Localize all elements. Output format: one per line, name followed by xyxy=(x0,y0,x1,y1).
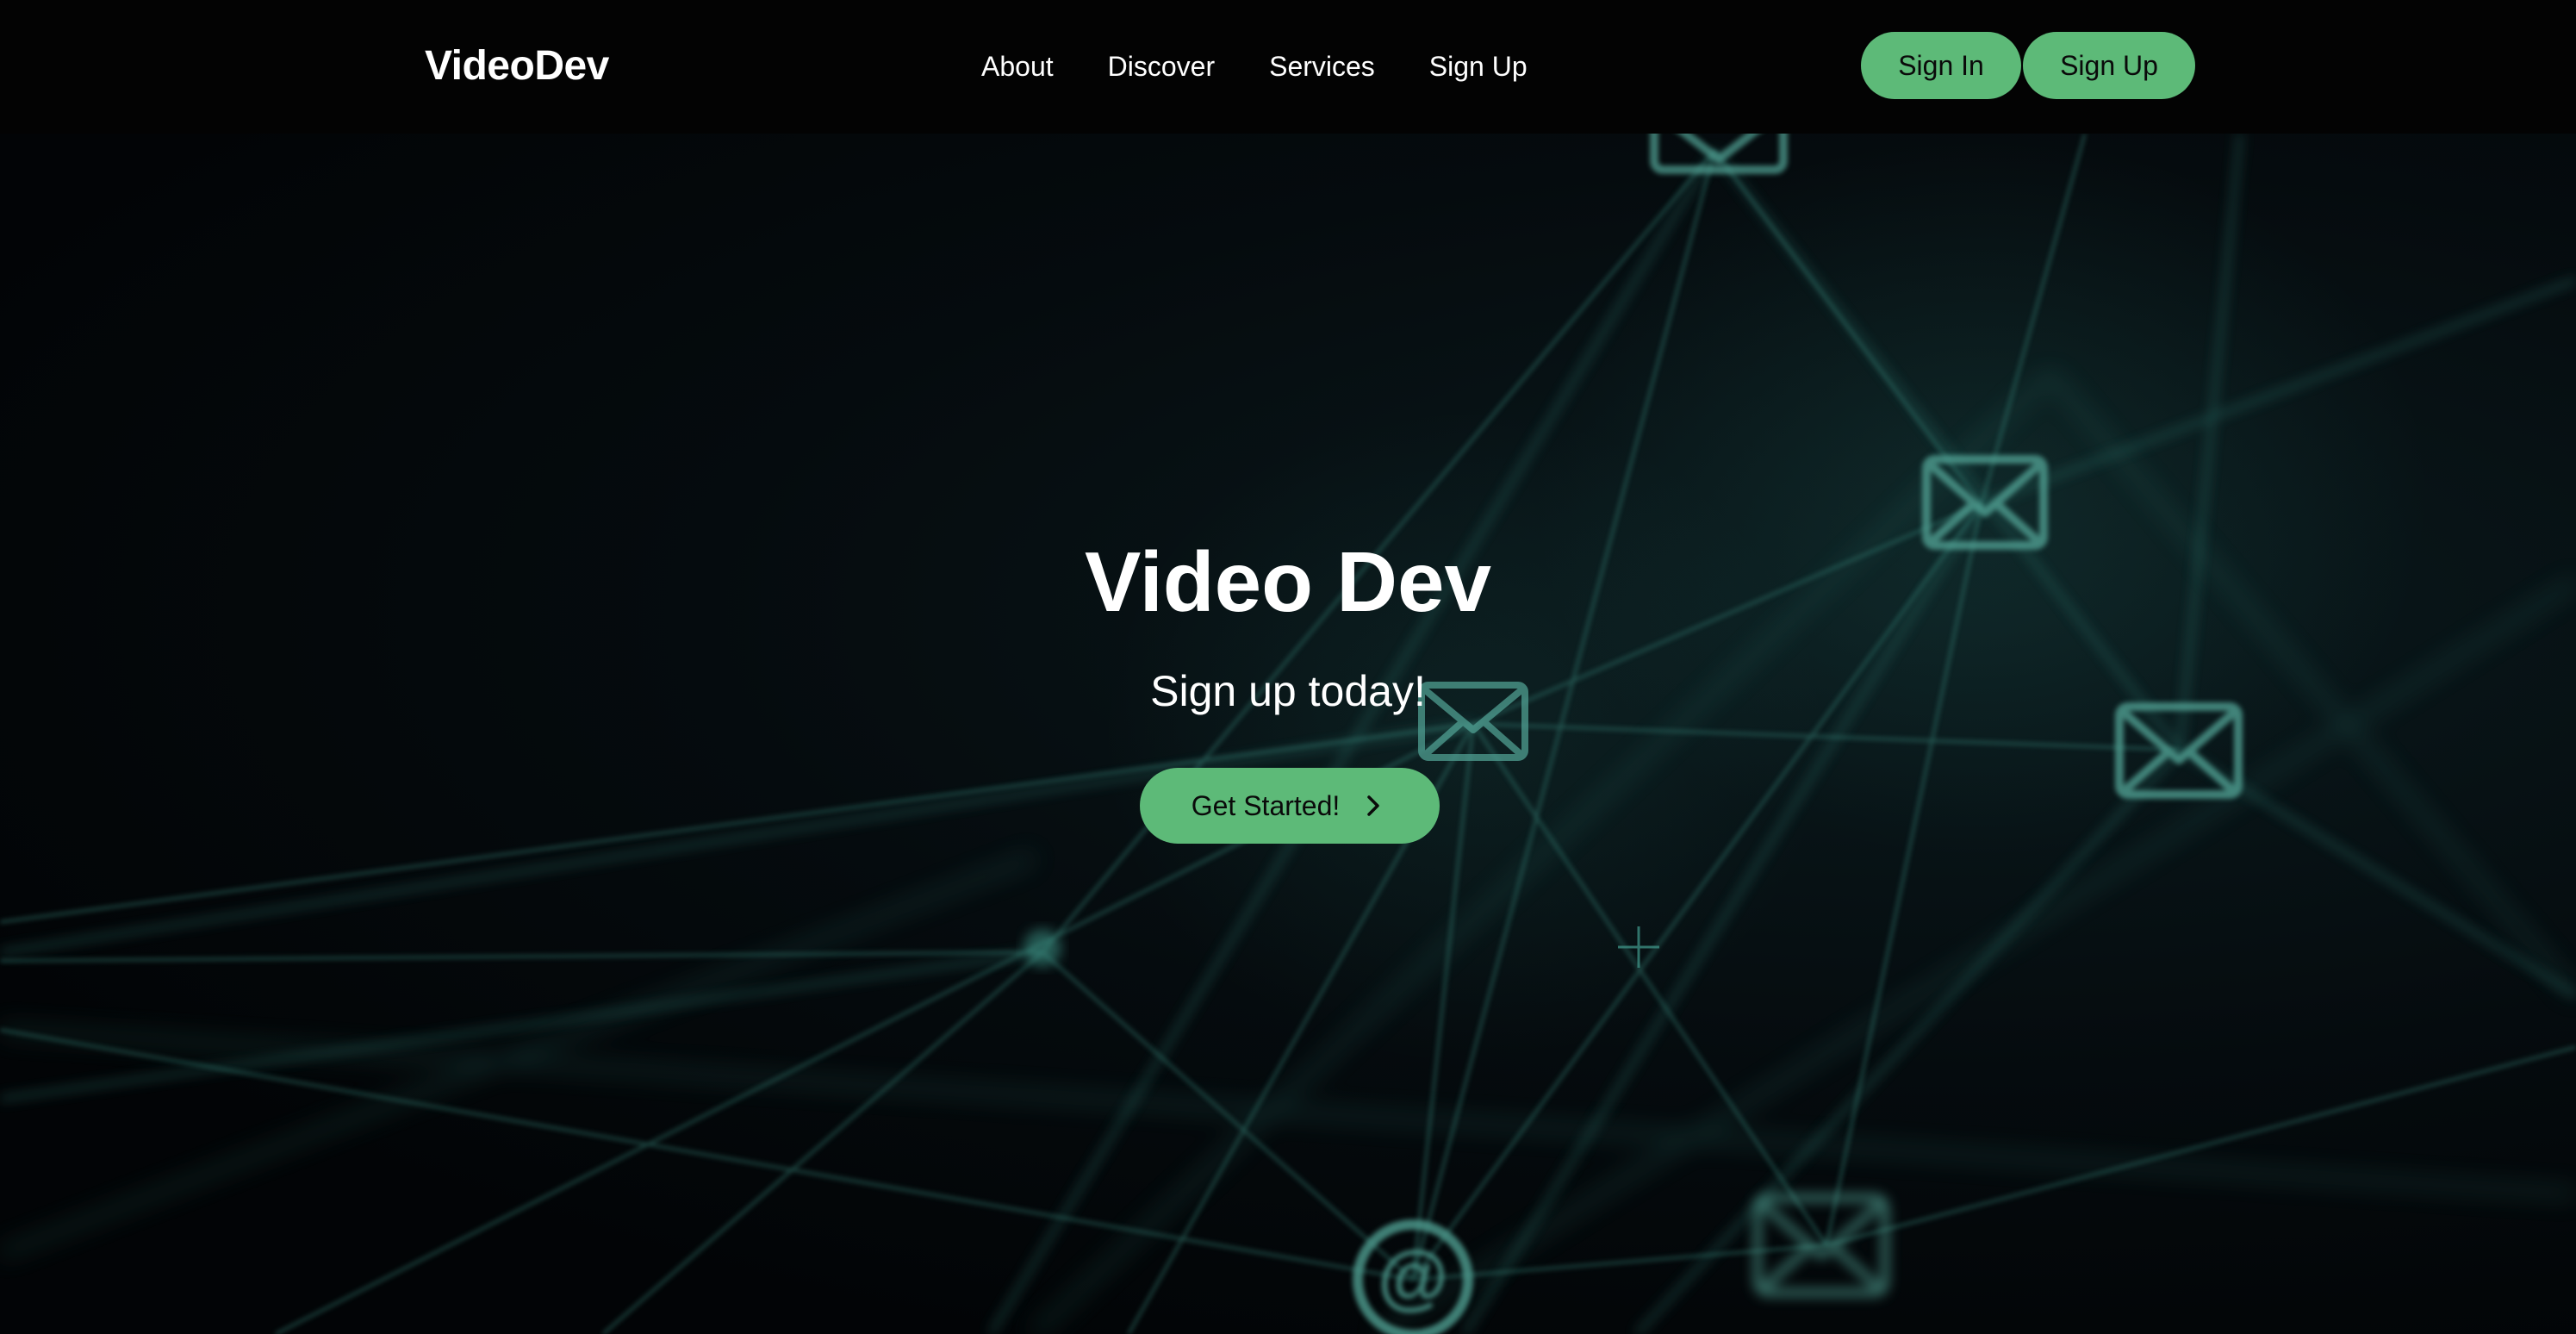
sign-up-button[interactable]: Sign Up xyxy=(2023,32,2195,99)
nav-link-about[interactable]: About xyxy=(981,45,1054,88)
chevron-right-icon xyxy=(1367,795,1380,816)
hero-subtitle: Sign up today! xyxy=(1150,667,1426,715)
top-navbar: VideoDev About Discover Services Sign Up… xyxy=(0,0,2576,134)
sign-in-button[interactable]: Sign In xyxy=(1861,32,2021,99)
brand-logo[interactable]: VideoDev xyxy=(425,41,609,92)
hero-content: Video Dev Sign up today! Get Started! xyxy=(0,134,2576,1334)
nav-link-sign-up[interactable]: Sign Up xyxy=(1429,45,1528,88)
nav-actions: Sign In Sign Up xyxy=(1861,32,2195,99)
nav-link-discover[interactable]: Discover xyxy=(1108,45,1215,88)
hero-section: @ Video Dev Sign up today! Get Started! xyxy=(0,134,2576,1334)
landing-page: VideoDev About Discover Services Sign Up… xyxy=(0,0,2576,1334)
nav-links: About Discover Services Sign Up xyxy=(981,45,1582,88)
get-started-button[interactable]: Get Started! xyxy=(1140,768,1440,844)
get-started-label: Get Started! xyxy=(1191,789,1341,821)
nav-link-services[interactable]: Services xyxy=(1269,45,1375,88)
hero-title: Video Dev xyxy=(1084,534,1492,629)
